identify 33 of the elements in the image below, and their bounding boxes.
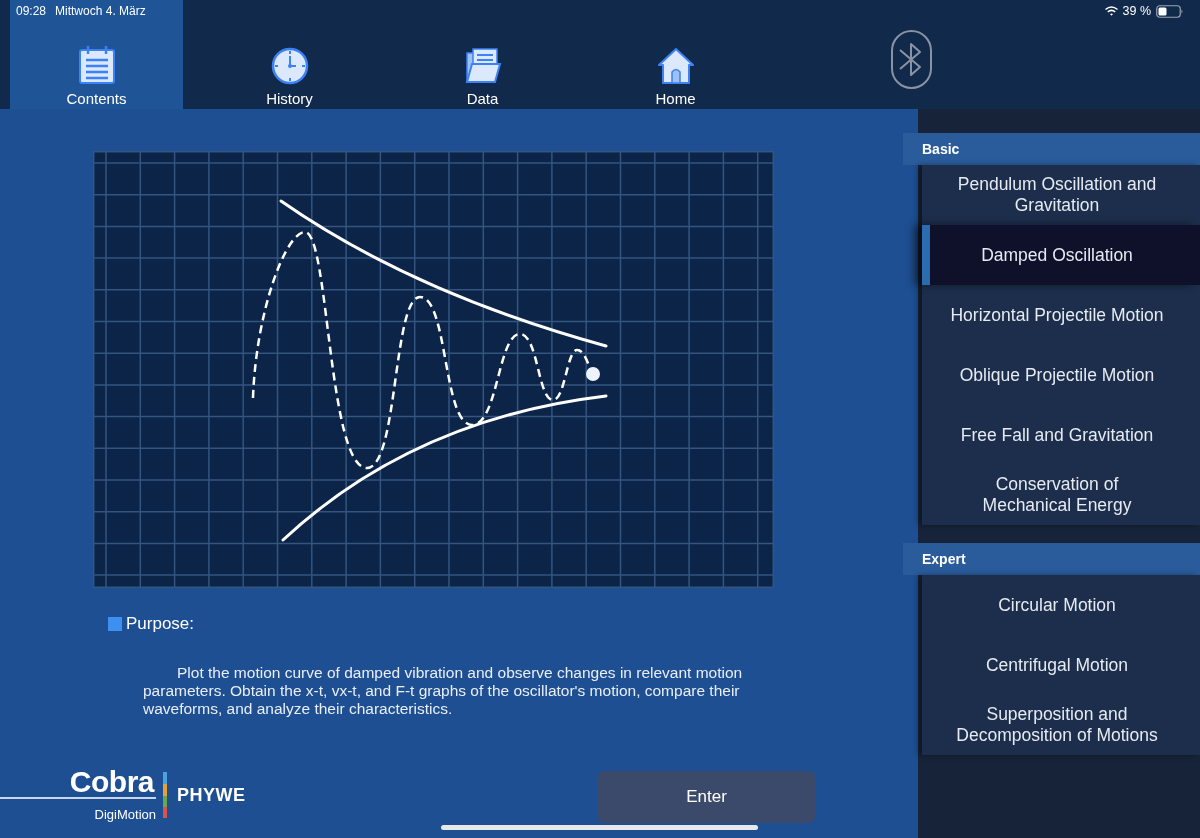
battery-icon <box>1156 4 1184 18</box>
topic-item[interactable]: Damped Oscillation <box>922 225 1200 285</box>
topic-item[interactable]: Free Fall and Gravitation <box>922 405 1200 465</box>
topic-item[interactable]: Circular Motion <box>922 575 1200 635</box>
purpose-heading: Purpose: <box>126 614 195 634</box>
list-document-icon <box>77 45 116 85</box>
bluetooth-icon[interactable] <box>891 30 932 89</box>
maker-logo: PHYWE <box>177 783 246 807</box>
battery-percent: 39 % <box>1122 2 1151 20</box>
section-header: Expert <box>903 543 1200 575</box>
topic-item[interactable]: Oblique Projectile Motion <box>922 345 1200 405</box>
purpose-text: Plot the motion curve of damped vibration and observe changes in relevant motion parameters. Obtain the x-t, vx-t, and F-t graphs of the oscillator's motion, compare their waveforms, and analyze their characteristics. <box>143 664 744 718</box>
product-name: DigiMotion <box>94 807 156 822</box>
brand-name: Cobra <box>69 768 156 796</box>
nav-tab[interactable]: Data <box>396 0 569 109</box>
topic-item[interactable]: Pendulum Oscillation and Gravitation <box>922 165 1200 225</box>
topic-item[interactable]: Conservation of Mechanical Energy <box>922 465 1200 525</box>
nav-tab[interactable]: History <box>203 0 376 109</box>
section-header: Basic <box>903 133 1200 165</box>
square-bullet-icon <box>108 617 122 631</box>
ball-icon <box>586 367 600 381</box>
status-time: 09:28 <box>16 3 47 20</box>
topic-item[interactable]: Superposition and Decomposition of Motions <box>922 695 1200 755</box>
topic-item[interactable]: Centrifugal Motion <box>922 635 1200 695</box>
house-icon <box>656 47 695 85</box>
status-date: Mittwoch 4. März <box>55 3 146 20</box>
nav-tab[interactable]: Home <box>589 0 762 109</box>
folder-document-icon <box>463 47 502 85</box>
topic-item[interactable]: Horizontal Projectile Motion <box>922 285 1200 345</box>
color-stripe-icon <box>163 772 167 818</box>
enter-button[interactable]: Enter <box>597 771 816 823</box>
wifi-icon <box>1104 6 1118 16</box>
clock-icon <box>270 47 309 85</box>
